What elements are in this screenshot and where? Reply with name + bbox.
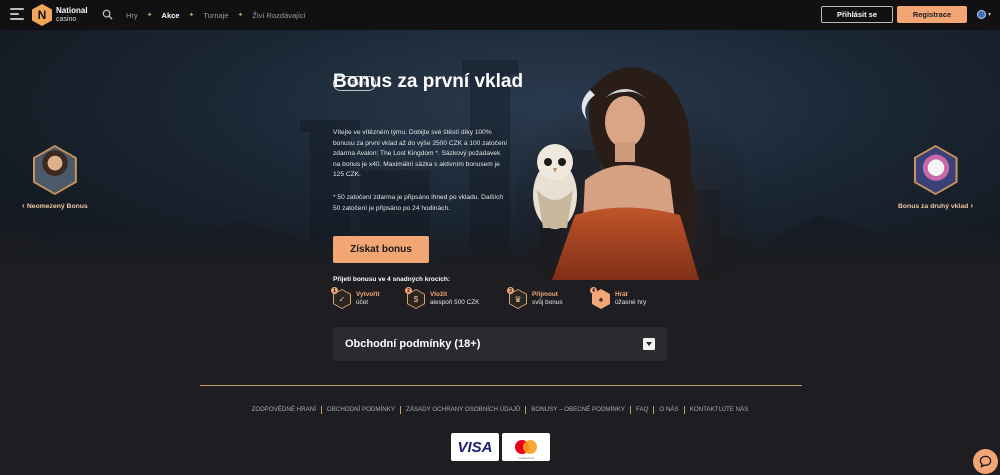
hero-fade [0, 220, 1000, 280]
nav-item-games[interactable]: Hry [126, 11, 138, 20]
step-number: 4 [590, 287, 597, 294]
nav-separator-icon: ✦ [188, 12, 195, 19]
cat-mascot-icon [915, 147, 956, 193]
prev-bonus-label: ‹ Neomezený Bonus [22, 201, 88, 210]
visa-logo: VISA [451, 433, 499, 461]
detective-avatar-icon [34, 147, 75, 193]
logo-letter: N [37, 8, 47, 22]
step-subtitle: úžasné hry [615, 299, 647, 306]
nav-item-tournaments[interactable]: Turnaje [203, 11, 228, 20]
step-text: Přijmout svůj bonus [532, 291, 563, 307]
footer-separator [320, 406, 322, 414]
step-subtitle: účet [356, 299, 369, 306]
prev-bonus-link[interactable]: ‹ Neomezený Bonus [22, 145, 88, 210]
footer-link-about[interactable]: O NÁS [659, 406, 678, 414]
step-item: $ 2 Vložit alespoň 500 CZK [405, 287, 479, 309]
nav-separator-icon: ✦ [237, 12, 244, 19]
steps-title: Přijetí bonusu ve 4 snadných krocích: [333, 276, 451, 283]
footer-separator [683, 406, 685, 414]
search-icon[interactable] [102, 9, 113, 20]
step-title: Přijmout [532, 291, 558, 298]
nav-item-promotions[interactable]: Akce [162, 11, 180, 20]
footer-link-faq[interactable]: FAQ [636, 406, 648, 414]
step-title: Hrát [615, 291, 628, 298]
visa-label: VISA [457, 438, 493, 456]
hero-illustration-woman-with-owl [515, 67, 745, 280]
logo[interactable]: N National casino [32, 4, 88, 26]
next-bonus-text: Bonus za druhý vklad [898, 203, 969, 210]
bonus-hex-frame [32, 145, 77, 195]
nav-item-live-dealers[interactable]: Živí Rozdávající [252, 11, 305, 20]
main-nav: Hry ✦ Akce ✦ Turnaje ✦ Živí Rozdávající [126, 0, 306, 30]
cards-icon: ♠ 4 [590, 287, 610, 309]
step-text: Hrát úžasné hry [615, 291, 646, 307]
language-selector[interactable]: ▾ [977, 10, 991, 19]
gift-icon: ♛ 3 [507, 287, 527, 309]
top-header: N National casino Hry ✦ Akce ✦ Turnaje ✦… [0, 0, 1000, 30]
chat-bubble-icon [979, 455, 992, 468]
logo-text: National casino [56, 6, 88, 24]
next-bonus-link[interactable]: Bonus za druhý vklad › [898, 145, 973, 210]
step-item: ✓ 1 Vytvořit účet [331, 287, 380, 309]
footer-separator [630, 406, 632, 414]
terms-label: Obchodní podmínky (18+) [345, 338, 481, 350]
step-text: Vložit alespoň 500 CZK [430, 291, 479, 307]
nav-separator-icon: ✦ [146, 12, 153, 19]
chevron-right-icon: › [968, 201, 974, 210]
register-button[interactable]: Registrace [897, 6, 967, 23]
bonus-description: Vítejte ve vítězném týmu. Dobijte své št… [333, 129, 508, 179]
step-item: ♠ 4 Hrát úžasné hry [590, 287, 646, 309]
page-title: Bonus za první vklad [333, 71, 524, 92]
chevron-down-icon: ▾ [988, 12, 992, 18]
step-number: 2 [405, 287, 412, 294]
mastercard-icon: mastercard [515, 440, 537, 460]
footer-links: ZODPOVĚDNÉ HRANÍ OBCHODNÍ PODMÍNKY ZÁSAD… [0, 406, 1000, 414]
step-subtitle: svůj bonus [532, 299, 563, 306]
claim-bonus-button[interactable]: Získat bonus [333, 236, 429, 263]
chevron-down-icon[interactable] [643, 338, 655, 350]
login-button[interactable]: Přihlásit se [821, 6, 893, 23]
footer-link-bonus-terms[interactable]: BONUSY – OBECNÉ PODMÍNKY [531, 406, 625, 414]
footer-separator [400, 406, 401, 414]
step-item: ♛ 3 Přijmout svůj bonus [507, 287, 563, 309]
footer-link-terms[interactable]: OBCHODNÍ PODMÍNKY [327, 406, 395, 414]
check-icon: ✓ 1 [331, 287, 351, 309]
step-title: Vytvořit [356, 291, 380, 298]
chat-support-button[interactable] [973, 449, 998, 474]
globe-icon [977, 10, 986, 19]
mastercard-logo: mastercard [502, 433, 550, 461]
logo-badge: N [32, 4, 52, 26]
step-number: 3 [507, 287, 514, 294]
bonus-note: * 50 zatočení zdarma je připsáno ihned p… [333, 194, 504, 212]
bonus-hex-frame [913, 145, 958, 195]
footer-link-responsible-gaming[interactable]: ZODPOVĚDNÉ HRANÍ [252, 406, 316, 414]
next-bonus-label: Bonus za druhý vklad › [898, 201, 973, 210]
footer-link-privacy[interactable]: ZÁSADY OCHRANY OSOBNÍCH ÚDAJŮ [406, 406, 520, 414]
footer-separator [525, 406, 527, 414]
footer-separator [653, 406, 655, 414]
coin-icon: $ 2 [405, 287, 425, 309]
logo-line-1: National [56, 6, 88, 15]
logo-line-2: casino [56, 16, 77, 23]
step-subtitle: alespoň 500 CZK [430, 299, 480, 306]
footer-link-contact[interactable]: KONTAKTUJTE NÁS [690, 406, 749, 414]
mastercard-label: mastercard [518, 456, 534, 460]
hamburger-menu-icon[interactable] [10, 8, 24, 20]
terms-accordion[interactable]: Obchodní podmínky (18+) [333, 327, 667, 361]
step-number: 1 [331, 287, 338, 294]
prev-bonus-text: Neomezený Bonus [26, 203, 88, 210]
step-title: Vložit [430, 291, 448, 298]
step-text: Vytvořit účet [356, 291, 380, 307]
footer-divider [200, 385, 802, 386]
